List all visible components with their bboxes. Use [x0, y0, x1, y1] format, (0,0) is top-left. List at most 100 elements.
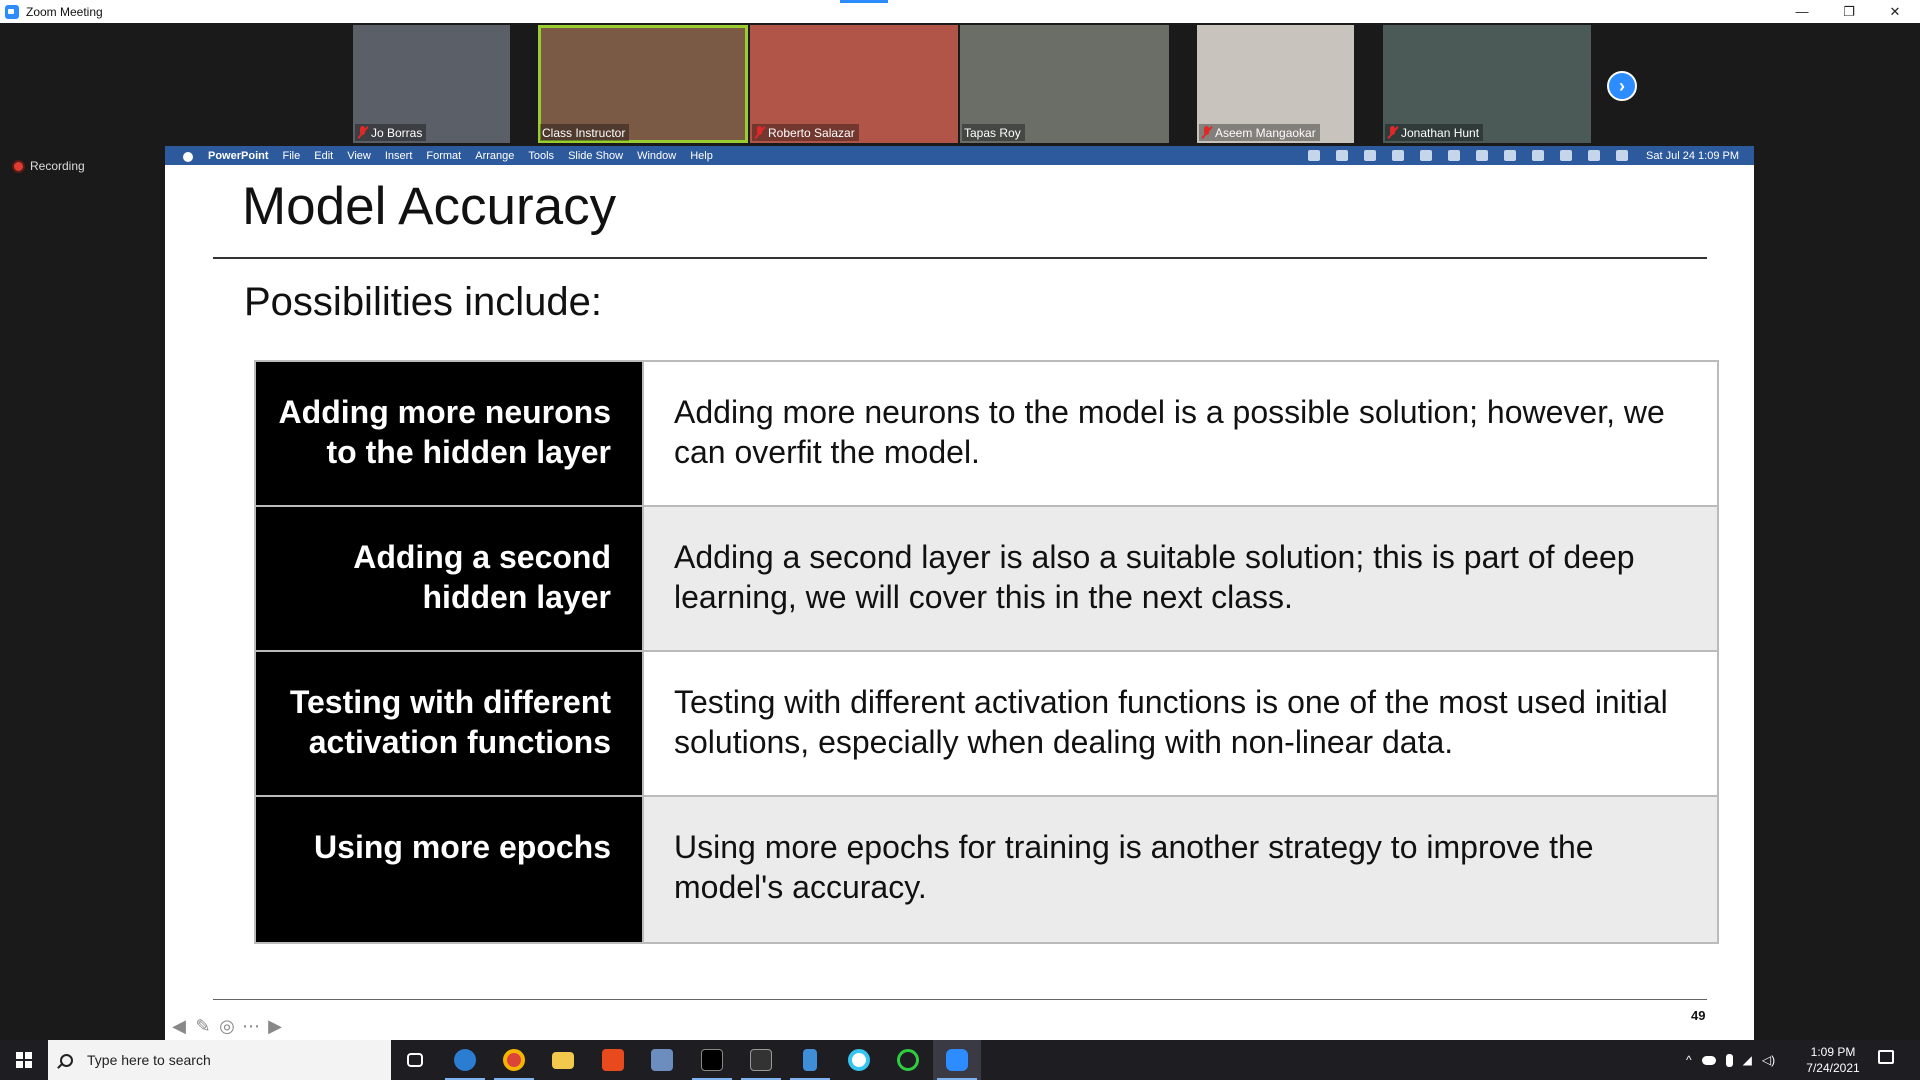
document-icon — [803, 1049, 817, 1071]
onedrive-icon[interactable] — [1701, 1055, 1716, 1065]
participant-tile[interactable]: Tapas Roy — [960, 25, 1169, 143]
mic-muted-icon — [357, 126, 368, 139]
spotlight-icon[interactable] — [1560, 150, 1573, 161]
slide-number: 49 — [1691, 1008, 1706, 1023]
taskbar-date: 7/24/2021 — [1806, 1061, 1860, 1075]
participant-name: Roberto Salazar — [768, 125, 855, 140]
start-button[interactable] — [0, 1040, 48, 1080]
status-icon[interactable] — [1392, 150, 1405, 161]
participant-name-row: Jonathan Hunt — [1385, 124, 1484, 141]
participant-name: Jonathan Hunt — [1401, 125, 1480, 140]
menu-arrange[interactable]: Arrange — [475, 150, 514, 162]
recording-label: Recording — [30, 159, 85, 173]
volume-icon[interactable] — [1448, 150, 1461, 161]
mic-muted-icon — [1201, 126, 1212, 139]
speaker-icon[interactable]: ◁) — [1762, 1053, 1775, 1067]
taskbar-office[interactable] — [589, 1040, 637, 1080]
menu-edit[interactable]: Edit — [314, 150, 333, 162]
next-participants-button[interactable]: › — [1607, 71, 1637, 101]
search-placeholder: Type here to search — [87, 1052, 211, 1068]
taskbar-chrome[interactable] — [490, 1040, 538, 1080]
microphone-icon[interactable] — [1725, 1053, 1733, 1067]
network-icon[interactable]: ◢ — [1743, 1053, 1752, 1067]
taskbar-app-green[interactable] — [884, 1040, 932, 1080]
next-slide-icon[interactable]: ▶ — [264, 1015, 286, 1037]
pen-icon[interactable]: ✎ — [192, 1015, 214, 1037]
participant-name: Aseem Mangaokar — [1215, 125, 1316, 140]
siri-icon[interactable] — [1616, 150, 1629, 161]
participant-name: Jo Borras — [371, 125, 423, 140]
apple-icon[interactable] — [182, 149, 194, 162]
participant-tile[interactable]: Jonathan Hunt — [1383, 25, 1591, 143]
control-center-icon[interactable] — [1588, 150, 1601, 161]
menu-file[interactable]: File — [283, 150, 301, 162]
minimize-button[interactable]: — — [1779, 0, 1825, 23]
taskbar-clock[interactable]: 1:09 PM 7/24/2021 — [1792, 1044, 1874, 1076]
description-cell: Using more epochs for training is anothe… — [644, 797, 1717, 942]
taskbar-app[interactable] — [737, 1040, 785, 1080]
menu-tools[interactable]: Tools — [528, 150, 554, 162]
zoom-logo-icon — [5, 4, 19, 19]
more-options-icon[interactable]: ⋯ — [240, 1015, 262, 1037]
taskbar-search-box[interactable]: Type here to search — [48, 1040, 391, 1080]
participant-tile-active[interactable]: Class Instructor — [538, 25, 748, 143]
menu-insert[interactable]: Insert — [385, 150, 413, 162]
taskbar-file-explorer[interactable] — [539, 1040, 587, 1080]
option-cell: Adding a second hidden layer — [256, 507, 644, 650]
participant-tile[interactable]: Jo Borras — [353, 25, 510, 143]
circle-app-icon — [897, 1049, 919, 1071]
option-cell: Adding more neurons to the hidden layer — [256, 362, 644, 505]
chevron-up-icon[interactable]: ^ — [1686, 1053, 1692, 1067]
wifi-icon[interactable] — [1532, 150, 1545, 161]
participant-name-row: Tapas Roy — [962, 124, 1025, 141]
bluetooth-icon[interactable] — [1476, 150, 1489, 161]
menu-slide-show[interactable]: Slide Show — [568, 150, 623, 162]
participant-tile[interactable]: Roberto Salazar — [750, 25, 958, 143]
menu-app-name[interactable]: PowerPoint — [208, 150, 269, 162]
zoom-icon — [946, 1049, 968, 1071]
office-icon — [602, 1049, 624, 1071]
menu-help[interactable]: Help — [690, 150, 713, 162]
calculator-icon — [651, 1049, 673, 1071]
participant-name-row: Roberto Salazar — [752, 124, 859, 141]
slide-navigator-icon[interactable]: ◎ — [216, 1015, 238, 1037]
battery-icon[interactable] — [1504, 150, 1517, 161]
recording-indicator[interactable]: Recording — [12, 159, 85, 173]
option-cell: Testing with different activation functi… — [256, 652, 644, 795]
status-icon[interactable] — [1308, 150, 1321, 161]
recording-dot-icon — [12, 159, 25, 173]
taskbar-slack[interactable] — [835, 1040, 883, 1080]
previous-slide-icon[interactable]: ◀ — [168, 1015, 190, 1037]
participant-name-row: Aseem Mangaokar — [1199, 124, 1320, 141]
windows-logo-icon — [16, 1052, 32, 1068]
window-title: Zoom Meeting — [26, 4, 103, 19]
table-row: Using more epochs Using more epochs for … — [256, 797, 1717, 942]
taskbar-edge[interactable] — [441, 1040, 489, 1080]
search-icon — [60, 1053, 73, 1067]
close-button[interactable]: ✕ — [1872, 0, 1918, 23]
mac-status-area: Sat Jul 24 1:09 PM — [1308, 146, 1754, 165]
participant-tile[interactable]: Aseem Mangaokar — [1197, 25, 1354, 143]
description-cell: Testing with different activation functi… — [644, 652, 1717, 795]
taskbar-time: 1:09 PM — [1810, 1045, 1856, 1059]
taskbar-terminal[interactable] — [688, 1040, 736, 1080]
menu-format[interactable]: Format — [426, 150, 461, 162]
table-row: Adding more neurons to the hidden layer … — [256, 362, 1717, 507]
taskbar-notepad[interactable] — [786, 1040, 834, 1080]
mac-clock[interactable]: Sat Jul 24 1:09 PM — [1646, 150, 1739, 162]
participant-name: Class Instructor — [542, 125, 626, 140]
play-icon[interactable] — [1420, 150, 1433, 161]
mic-muted-icon — [754, 126, 765, 139]
menu-view[interactable]: View — [347, 150, 371, 162]
notification-icon[interactable] — [1878, 1050, 1894, 1064]
footer-divider — [213, 999, 1707, 1000]
chrome-icon — [503, 1049, 525, 1071]
restore-button[interactable]: ❐ — [1826, 0, 1872, 23]
taskbar-zoom[interactable] — [933, 1040, 981, 1080]
status-icon[interactable] — [1336, 150, 1349, 161]
task-view-button[interactable] — [391, 1040, 439, 1080]
taskbar-calculator[interactable] — [638, 1040, 686, 1080]
dropbox-icon[interactable] — [1364, 150, 1377, 161]
menu-window[interactable]: Window — [637, 150, 676, 162]
terminal-icon — [701, 1049, 723, 1071]
